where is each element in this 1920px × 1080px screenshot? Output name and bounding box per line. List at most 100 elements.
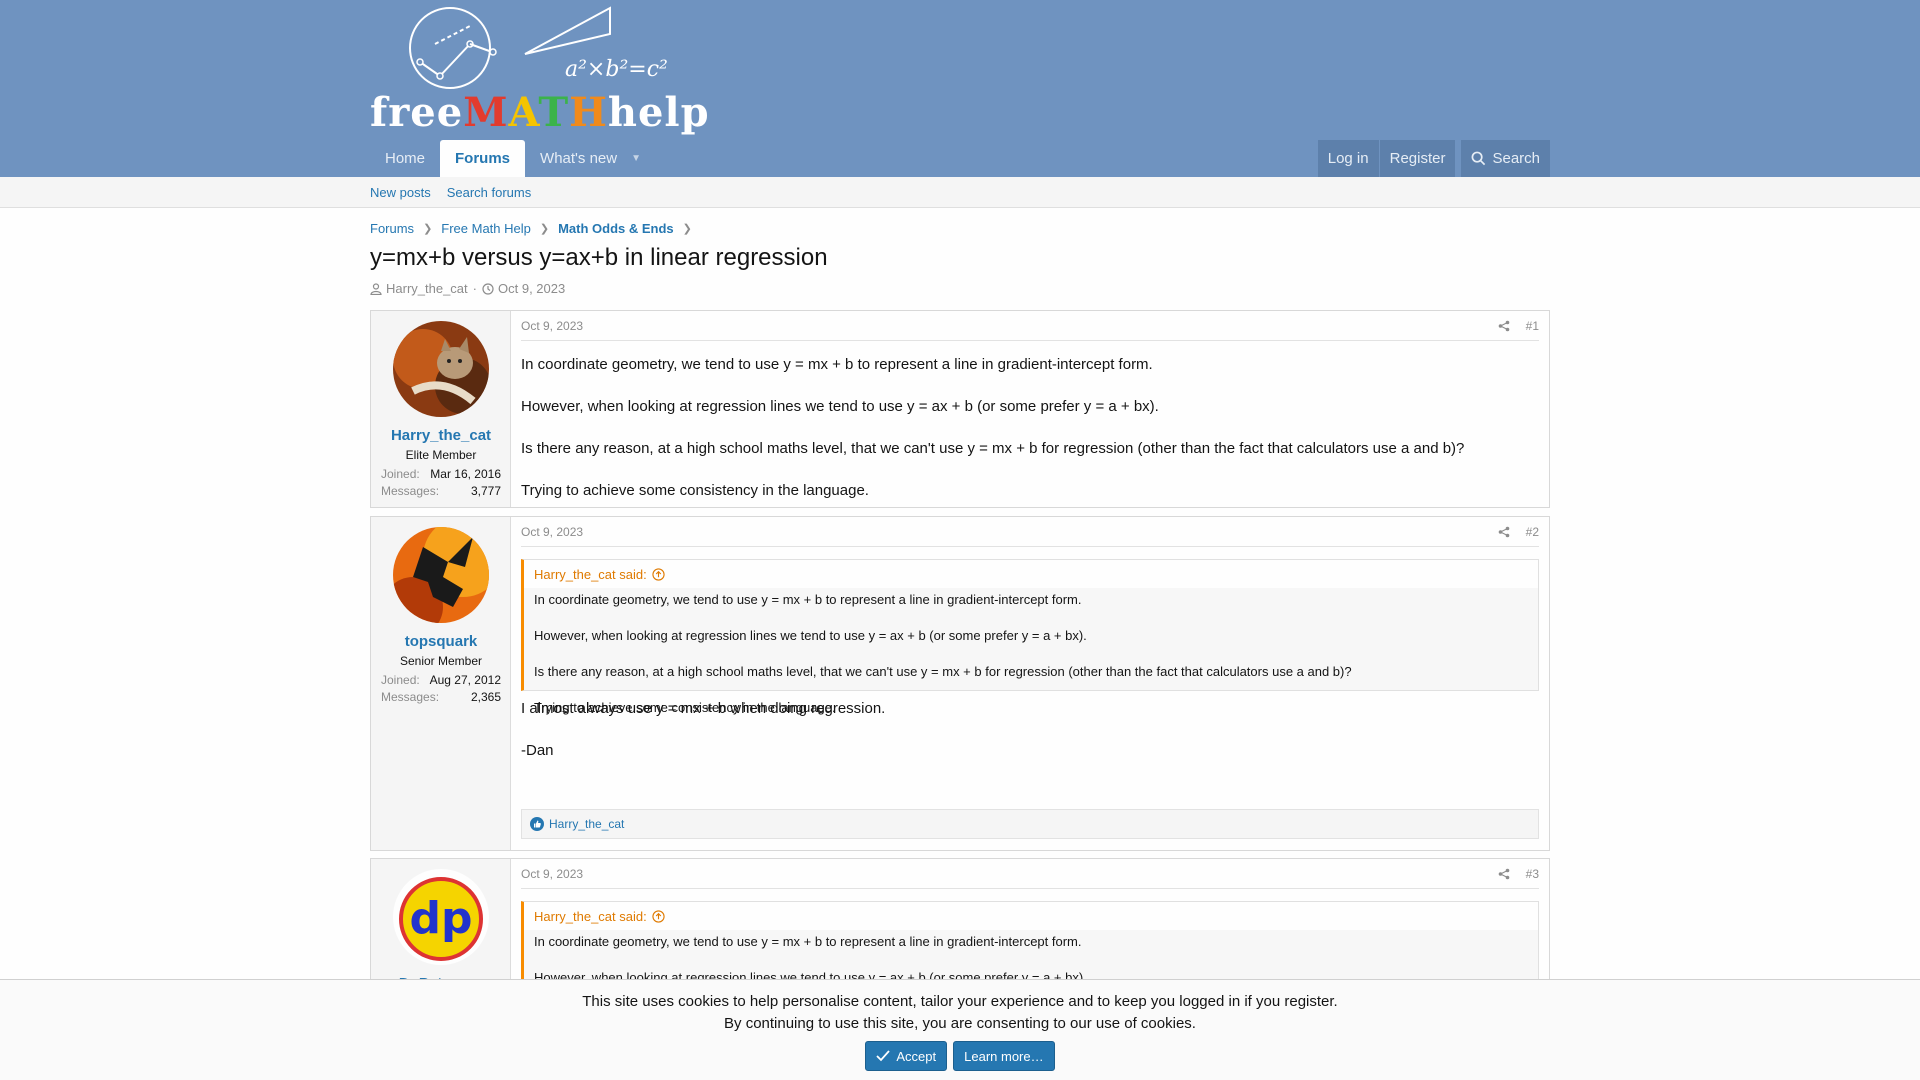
user-messages: Messages: 2,365 (381, 690, 501, 704)
chevron-right-icon: ❯ (423, 222, 433, 235)
thread-meta: Harry_the_cat · Oct 9, 2023 (370, 281, 565, 296)
breadcrumb-free-math-help[interactable]: Free Math Help (441, 221, 531, 236)
avatar[interactable] (393, 527, 489, 623)
thumbs-up-icon (530, 817, 544, 831)
page-title: y=mx+b versus y=ax+b in linear regressio… (370, 244, 828, 271)
post-date[interactable]: Oct 9, 2023 (521, 319, 1498, 333)
breadcrumb-math-odds-ends[interactable]: Math Odds & Ends (558, 221, 674, 236)
post-body: In coordinate geometry, we tend to use y… (521, 353, 1539, 521)
joined-label: Joined: (381, 467, 420, 481)
user-title: Elite Member (405, 448, 477, 462)
quote-header[interactable]: Harry_the_cat said: (524, 560, 1538, 588)
reaction-user[interactable]: Harry_the_cat (549, 817, 624, 831)
breadcrumb: Forums ❯ Free Math Help ❯ Math Odds & En… (370, 219, 701, 237)
clock-icon (482, 282, 494, 295)
joined-label: Joined: (381, 673, 420, 687)
cookie-notice: This site uses cookies to help personali… (0, 979, 1920, 1080)
search-icon (1472, 151, 1486, 166)
breadcrumb-forums[interactable]: Forums (370, 221, 414, 236)
messages-value: 2,365 (470, 690, 501, 704)
post-main: Oct 9, 2023 #2 Harry_the_cat said: In co… (511, 517, 1549, 850)
avatar[interactable]: dp (393, 869, 489, 965)
cookie-text: By continuing to use this site, you are … (724, 1015, 1196, 1032)
quote-paragraph: However, when looking at regression line… (534, 628, 1087, 643)
joined-value: Aug 27, 2012 (429, 673, 501, 687)
avatar-initials: dp (410, 893, 473, 944)
search-label: Search (1492, 150, 1540, 167)
search-button[interactable]: Search (1461, 140, 1550, 177)
post-date[interactable]: Oct 9, 2023 (521, 867, 1498, 881)
messages-label: Messages: (381, 484, 440, 498)
share-icon[interactable] (1498, 320, 1510, 332)
post: topsquark Senior Member Joined: Aug 27, … (370, 516, 1550, 851)
account-nav: Log in Register Search (1317, 140, 1550, 177)
learn-more-button[interactable]: Learn more… (953, 1041, 1055, 1071)
arrow-up-circle-icon[interactable] (652, 567, 665, 581)
user-messages: Messages: 3,777 (381, 484, 501, 498)
arrow-up-circle-icon[interactable] (652, 909, 665, 923)
avatar[interactable] (393, 321, 489, 417)
login-button[interactable]: Log in (1317, 140, 1379, 177)
post-user-panel: topsquark Senior Member Joined: Aug 27, … (371, 517, 511, 850)
post: Harry_the_cat Elite Member Joined: Mar 1… (370, 310, 1550, 508)
post-date[interactable]: Oct 9, 2023 (521, 525, 1498, 539)
site-header: a²×b²=c² freeMATHhelp Home Forums What's… (0, 0, 1920, 177)
share-icon[interactable] (1498, 526, 1510, 538)
new-posts-link[interactable]: New posts (370, 185, 431, 200)
user-title: Senior Member (399, 654, 483, 668)
quote-paragraph: In coordinate geometry, we tend to use y… (534, 592, 1082, 607)
register-button[interactable]: Register (1379, 140, 1456, 177)
accept-label: Accept (896, 1048, 937, 1064)
cookie-buttons: Accept Learn more… (0, 1041, 1920, 1071)
post-paragraph: However, when looking at regression line… (521, 398, 1159, 415)
tab-forums[interactable]: Forums (440, 140, 526, 177)
search-forums-link[interactable]: Search forums (447, 185, 532, 200)
post-paragraph: -Dan (521, 742, 554, 759)
sub-nav: New posts Search forums (0, 177, 1920, 208)
messages-value: 3,777 (470, 484, 501, 498)
share-icon[interactable] (1498, 868, 1510, 880)
quote-paragraph: Is there any reason, at a high school ma… (534, 664, 1352, 679)
user-joined: Joined: Mar 16, 2016 (381, 467, 501, 481)
thread-author[interactable]: Harry_the_cat (386, 281, 468, 296)
site-logo[interactable]: a²×b²=c² freeMATHhelp (370, 4, 710, 136)
check-icon (876, 1050, 891, 1062)
post-header: Oct 9, 2023 #1 (521, 311, 1539, 341)
cookie-text: This site uses cookies to help personali… (582, 993, 1338, 1010)
post-number[interactable]: #3 (1526, 867, 1539, 881)
logo-formula: a²×b²=c² (565, 57, 668, 82)
joined-value: Mar 16, 2016 (430, 467, 501, 481)
quote-header[interactable]: Harry_the_cat said: (524, 902, 1538, 930)
user-joined: Joined: Aug 27, 2012 (381, 673, 501, 687)
accept-button[interactable]: Accept (865, 1041, 948, 1071)
post-number[interactable]: #2 (1526, 525, 1539, 539)
chevron-right-icon: ❯ (539, 222, 550, 235)
post-number[interactable]: #1 (1526, 319, 1539, 333)
thread-date[interactable]: Oct 9, 2023 (498, 281, 565, 296)
user-icon (370, 282, 382, 295)
post-body: I almost always use y = mx + b when doin… (521, 697, 1539, 781)
post-header: Oct 9, 2023 #2 (521, 517, 1539, 547)
chevron-right-icon: ❯ (682, 222, 692, 235)
post-main: Oct 9, 2023 #1 In coordinate geometry, w… (511, 311, 1549, 507)
post-paragraph: Is there any reason, at a high school ma… (521, 440, 1465, 457)
username[interactable]: topsquark (371, 633, 511, 650)
post-user-panel: Harry_the_cat Elite Member Joined: Mar 1… (371, 311, 511, 507)
tab-whats-new-label: What's new (540, 150, 618, 167)
username[interactable]: Harry_the_cat (371, 427, 511, 444)
meta-separator: · (472, 281, 477, 296)
quote-block: Harry_the_cat said: In coordinate geomet… (521, 559, 1539, 715)
tab-whats-new[interactable]: What's new ▼ (525, 140, 656, 177)
post-paragraph: Trying to achieve some consistency in th… (521, 482, 869, 499)
quote-author: Harry_the_cat said: (534, 566, 647, 582)
main-nav: Home Forums What's new ▼ (370, 140, 656, 177)
reactions-bar: Harry_the_cat (521, 809, 1539, 839)
quote-paragraph: In coordinate geometry, we tend to use y… (534, 934, 1082, 949)
post-paragraph: I almost always use y = mx + b when doin… (521, 700, 886, 717)
post-paragraph: In coordinate geometry, we tend to use y… (521, 356, 1153, 373)
chevron-down-icon[interactable]: ▼ (631, 153, 641, 164)
messages-label: Messages: (381, 690, 440, 704)
svg-text:freeMATHhelp: freeMATHhelp (370, 89, 710, 136)
tab-home[interactable]: Home (370, 140, 440, 177)
post-header: Oct 9, 2023 #3 (521, 859, 1539, 889)
